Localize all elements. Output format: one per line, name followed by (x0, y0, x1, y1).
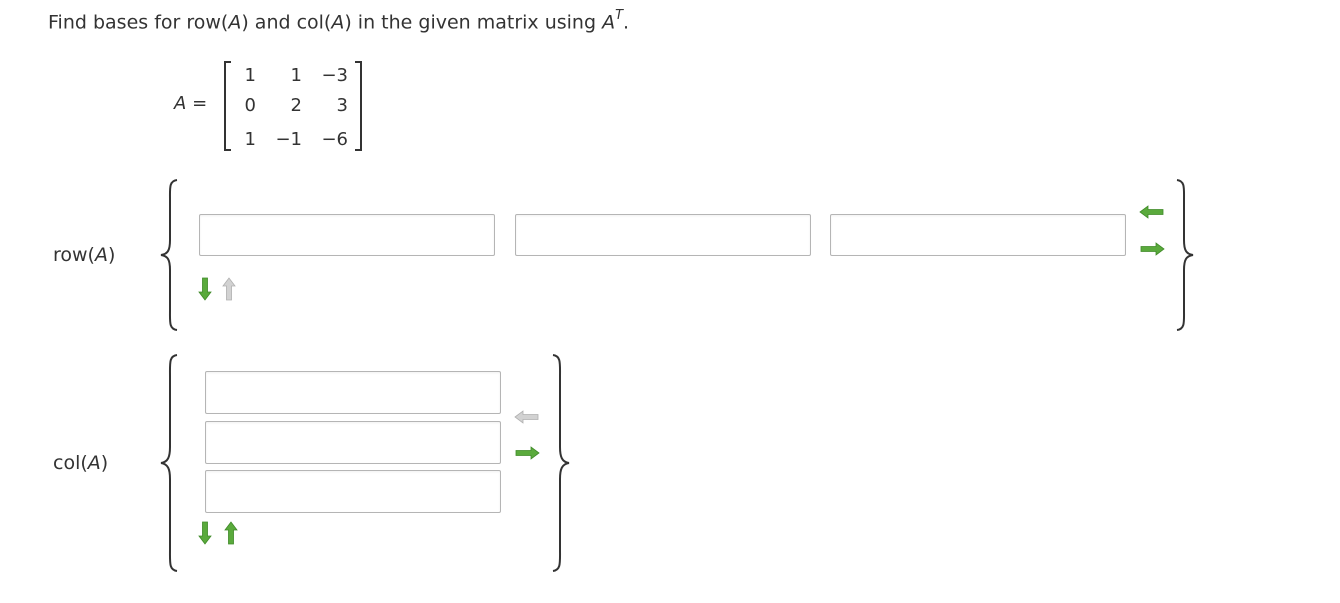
label-part: col( (53, 452, 88, 474)
question-part: ) and col( (241, 11, 332, 34)
matrix-cell: −3 (321, 65, 348, 86)
question-var: A (602, 11, 616, 34)
matrix-cell: 1 (244, 65, 256, 86)
row-basis-input-1[interactable] (199, 214, 495, 256)
question-var: A (228, 11, 242, 34)
question-part: Find bases for row( (48, 11, 229, 34)
matrix-cell: −6 (321, 129, 348, 150)
matrix-cell: 0 (244, 95, 256, 116)
col-basis-input-1[interactable] (205, 371, 501, 414)
col-basis-input-2[interactable] (205, 421, 501, 464)
col-basis-input-3[interactable] (205, 470, 501, 513)
col-remove-column-arrow-left-icon[interactable] (514, 410, 540, 424)
matrix-cell: 2 (290, 95, 302, 116)
row-left-brace (160, 179, 178, 331)
matrix-cell: 3 (336, 95, 348, 116)
col-add-row-arrow-down-icon[interactable] (198, 521, 212, 545)
row-basis-input-2[interactable] (515, 214, 811, 256)
row-right-brace (1176, 179, 1194, 331)
col-remove-row-arrow-up-icon[interactable] (224, 521, 238, 545)
transpose-superscript: T (615, 8, 624, 23)
question-part: . (623, 11, 630, 34)
row-space-label: row(A) (53, 244, 115, 266)
matrix-cell: 1 (290, 65, 302, 86)
col-right-brace (552, 354, 570, 572)
row-remove-row-arrow-up-icon[interactable] (222, 277, 236, 301)
label-part: ) (107, 244, 116, 266)
label-var: A (94, 244, 108, 266)
label-var: A (87, 452, 101, 474)
matrix-cell: 1 (244, 129, 256, 150)
matrix-equals: = (192, 93, 208, 114)
col-space-label: col(A) (53, 452, 108, 474)
question-var: A (331, 11, 345, 34)
row-add-row-arrow-down-icon[interactable] (198, 277, 212, 301)
matrix-cell: −1 (275, 129, 302, 150)
col-add-column-arrow-right-icon[interactable] (514, 446, 540, 460)
matrix-name: A (174, 93, 187, 114)
matrix-label: A = (174, 93, 207, 114)
row-basis-input-3[interactable] (830, 214, 1126, 256)
question-part: ) in the given matrix using (344, 11, 603, 34)
col-left-brace (160, 354, 178, 572)
label-part: row( (53, 244, 95, 266)
row-add-column-arrow-right-icon[interactable] (1139, 242, 1165, 256)
question-text: Find bases for row(A) and col(A) in the … (48, 8, 630, 34)
row-remove-column-arrow-left-icon[interactable] (1139, 205, 1165, 219)
matrix-right-bracket (355, 61, 362, 151)
label-part: ) (100, 452, 109, 474)
